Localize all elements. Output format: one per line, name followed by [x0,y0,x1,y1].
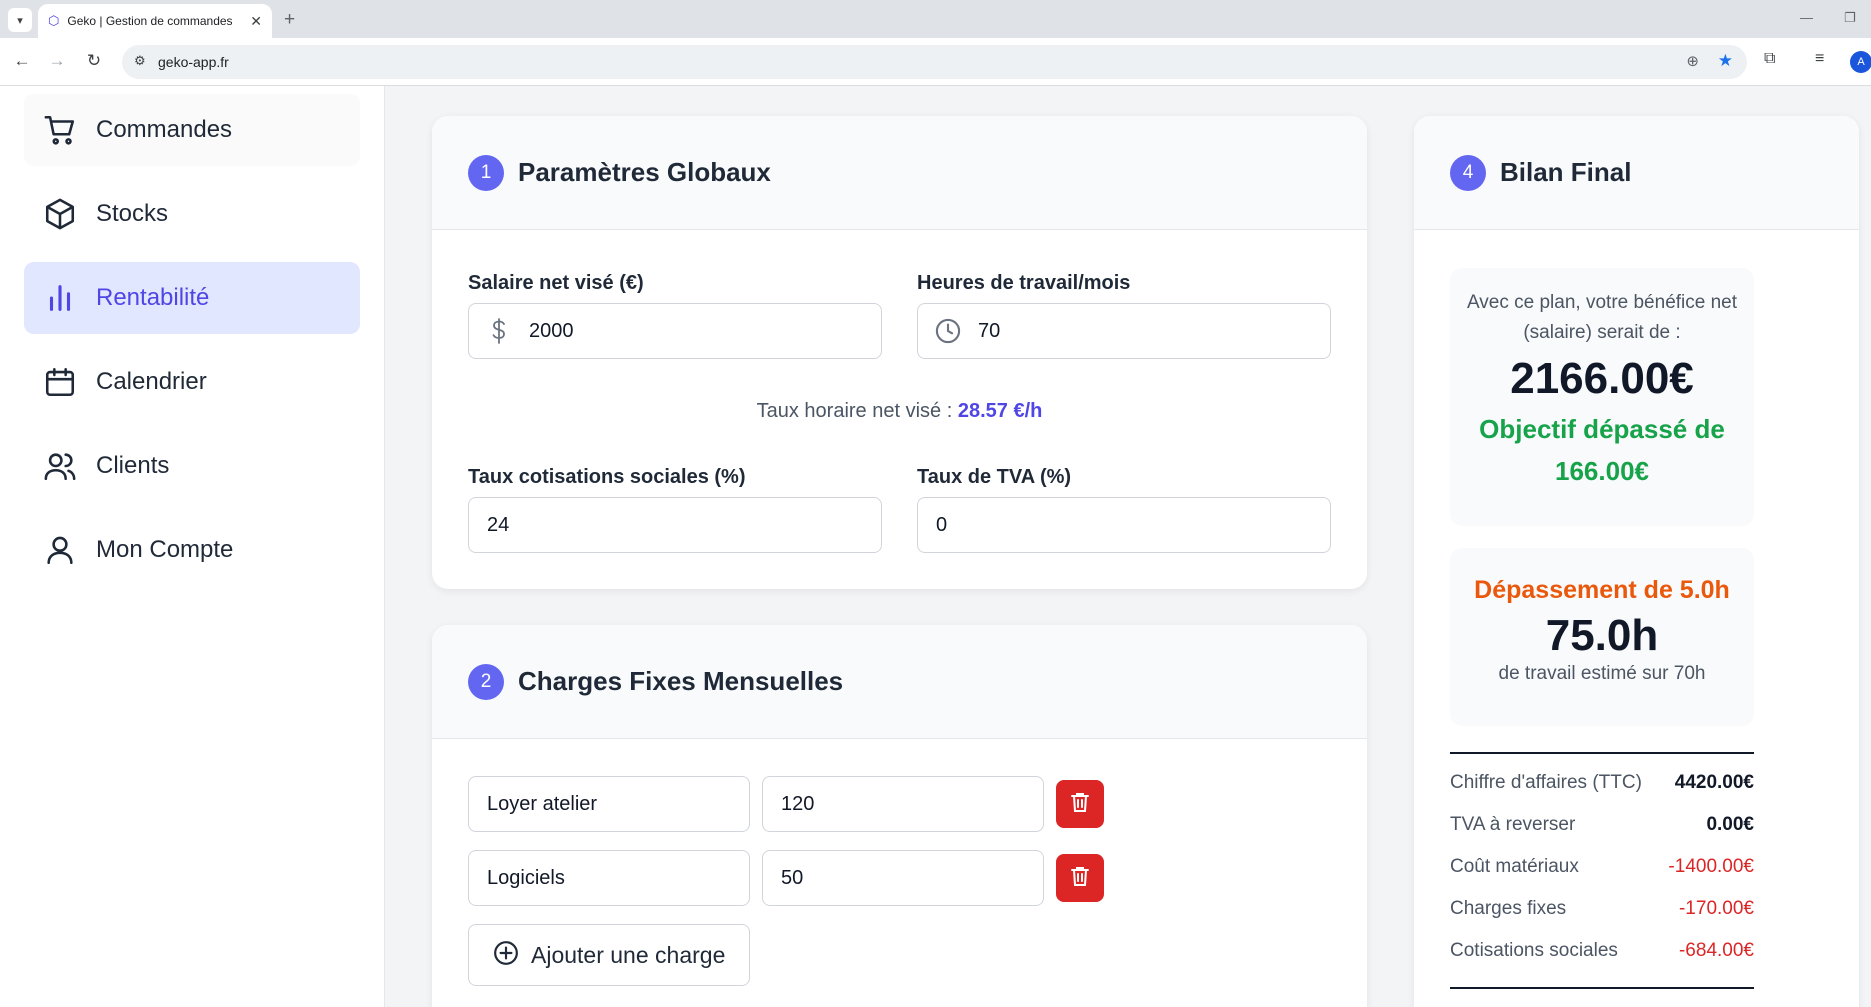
net-profit-intro: Avec ce plan, votre bénéfice net (salair… [1466,292,1738,343]
hourly-rate-prefix: Taux horaire net visé : [756,400,958,422]
back-arrow-icon[interactable]: ← [11,51,33,71]
sidebar: Commandes Stocks Rentabilité Calendrier … [0,86,385,1007]
extensions-icon[interactable]: ⧉ [1764,50,1775,68]
browser-tabbar: ▾ ⬡ Geko | Gestion de commandes ✕ + — ❐ [0,0,1871,38]
final-summary-card: 4 Bilan Final Avec ce plan, votre bénéfi… [1414,116,1859,1007]
sidebar-item-label: Mon Compte [96,536,234,563]
sidebar-item-stocks[interactable]: Stocks [24,178,360,250]
user-icon [42,532,78,568]
charge-amount-input[interactable] [762,850,1044,906]
delete-charge-button[interactable] [1056,854,1104,902]
hours-total-value: 75.0h [1545,611,1659,660]
step-badge: 1 [468,154,504,191]
tab-search-button[interactable]: ▾ [8,8,32,32]
overtime-status: Dépassement de 5.0h [1474,576,1730,604]
objective-status: Objectif dépassé de 166.00€ [1479,414,1725,486]
close-tab-icon[interactable]: ✕ [250,13,262,30]
dollar-icon [469,317,529,345]
sidebar-item-rentabilite[interactable]: Rentabilité [24,262,360,334]
zoom-icon[interactable]: ⊕ [1686,52,1699,70]
social-rate-label: Taux cotisations sociales (%) [468,466,746,488]
step-badge: 2 [468,663,504,700]
minimize-icon[interactable]: — [1800,10,1813,25]
hourly-rate-text: Taux horaire net visé : 28.57 €/h [432,400,1367,423]
sidebar-item-label: Clients [96,452,170,479]
sidebar-item-mon-compte[interactable]: Mon Compte [24,514,360,586]
global-params-card: 1 Paramètres Globaux Salaire net visé (€… [432,116,1367,589]
browser-tab[interactable]: ⬡ Geko | Gestion de commandes ✕ [38,4,272,38]
summary-row: Chiffre d'affaires (TTC) 4420.00€ [1450,772,1754,793]
sidebar-item-label: Calendrier [96,368,207,395]
fixed-charges-card: 2 Charges Fixes Mensuelles Ajouter une c… [432,625,1367,1007]
address-bar[interactable]: ⚙ geko-app.fr ⊕ ★ [122,45,1747,79]
sidebar-item-calendrier[interactable]: Calendrier [24,346,360,418]
sidebar-item-label: Stocks [96,200,169,227]
social-rate-input[interactable] [468,497,882,553]
card-header: 4 Bilan Final [1414,116,1859,230]
bar-chart-icon [42,280,78,316]
tab-title: Geko | Gestion de commandes [67,14,233,28]
add-charge-button[interactable]: Ajouter une charge [468,924,751,986]
users-icon [42,448,78,484]
salary-label: Salaire net visé (€) [468,272,644,294]
cube-favicon-icon: ⬡ [48,13,60,28]
summary-row: Charges fixes -170.00€ [1450,898,1754,919]
charge-amount-input[interactable] [762,776,1044,832]
media-queue-icon[interactable]: ≡ [1815,50,1824,68]
sidebar-item-commandes[interactable]: Commandes [24,94,360,166]
browser-toolbar: ← → ↻ ⚙ geko-app.fr ⊕ ★ ⧉ ≡ A [0,38,1871,86]
clock-icon [918,317,978,345]
card-header: 1 Paramètres Globaux [432,116,1367,230]
add-charge-label: Ajouter une charge [531,941,726,968]
hours-box: Dépassement de 5.0h 75.0h de travail est… [1450,548,1754,726]
tva-rate-label: Taux de TVA (%) [917,466,1072,488]
net-profit-value: 2166.00€ [1510,354,1694,403]
summary-divider [1450,752,1754,754]
trash-icon [1068,864,1092,893]
sidebar-item-clients[interactable]: Clients [24,430,360,502]
summary-row: Coût matériaux -1400.00€ [1450,856,1754,877]
card-title: Charges Fixes Mensuelles [518,666,844,696]
cart-icon [42,112,78,148]
site-settings-icon[interactable]: ⚙ [134,53,146,69]
hours-field[interactable] [917,303,1331,359]
summary-row: TVA à reverser 0.00€ [1450,814,1754,835]
forward-arrow-icon[interactable]: → [46,51,68,71]
charge-name-input[interactable] [468,776,750,832]
trash-icon [1068,790,1092,819]
card-title: Paramètres Globaux [518,157,771,187]
sidebar-item-label: Rentabilité [96,284,210,311]
hourly-rate-value: 28.57 €/h [957,400,1043,422]
profile-avatar[interactable]: A [1850,51,1871,73]
calendar-icon [42,364,78,400]
restore-icon[interactable]: ❐ [1844,10,1856,26]
summary-divider [1450,987,1754,989]
bookmark-star-icon[interactable]: ★ [1718,51,1733,71]
tva-rate-input[interactable] [917,497,1331,553]
step-badge: 4 [1450,154,1486,191]
card-title: Bilan Final [1500,157,1632,187]
chevron-down-icon: ▾ [17,14,23,27]
charge-name-input[interactable] [468,850,750,906]
hours-subtext: de travail estimé sur 70h [1498,663,1706,684]
hours-label: Heures de travail/mois [917,272,1131,294]
hours-input[interactable] [978,319,1278,343]
salary-field[interactable] [468,303,882,359]
new-tab-icon[interactable]: + [284,9,295,31]
address-url: geko-app.fr [158,54,229,70]
box-icon [42,196,78,232]
reload-icon[interactable]: ↻ [83,51,105,71]
salary-input[interactable] [529,319,829,343]
plus-circle-icon [493,940,519,971]
net-profit-box: Avec ce plan, votre bénéfice net (salair… [1450,268,1754,526]
card-header: 2 Charges Fixes Mensuelles [432,625,1367,739]
delete-charge-button[interactable] [1056,780,1104,828]
summary-row: Cotisations sociales -684.00€ [1450,940,1754,961]
sidebar-item-label: Commandes [96,116,233,143]
